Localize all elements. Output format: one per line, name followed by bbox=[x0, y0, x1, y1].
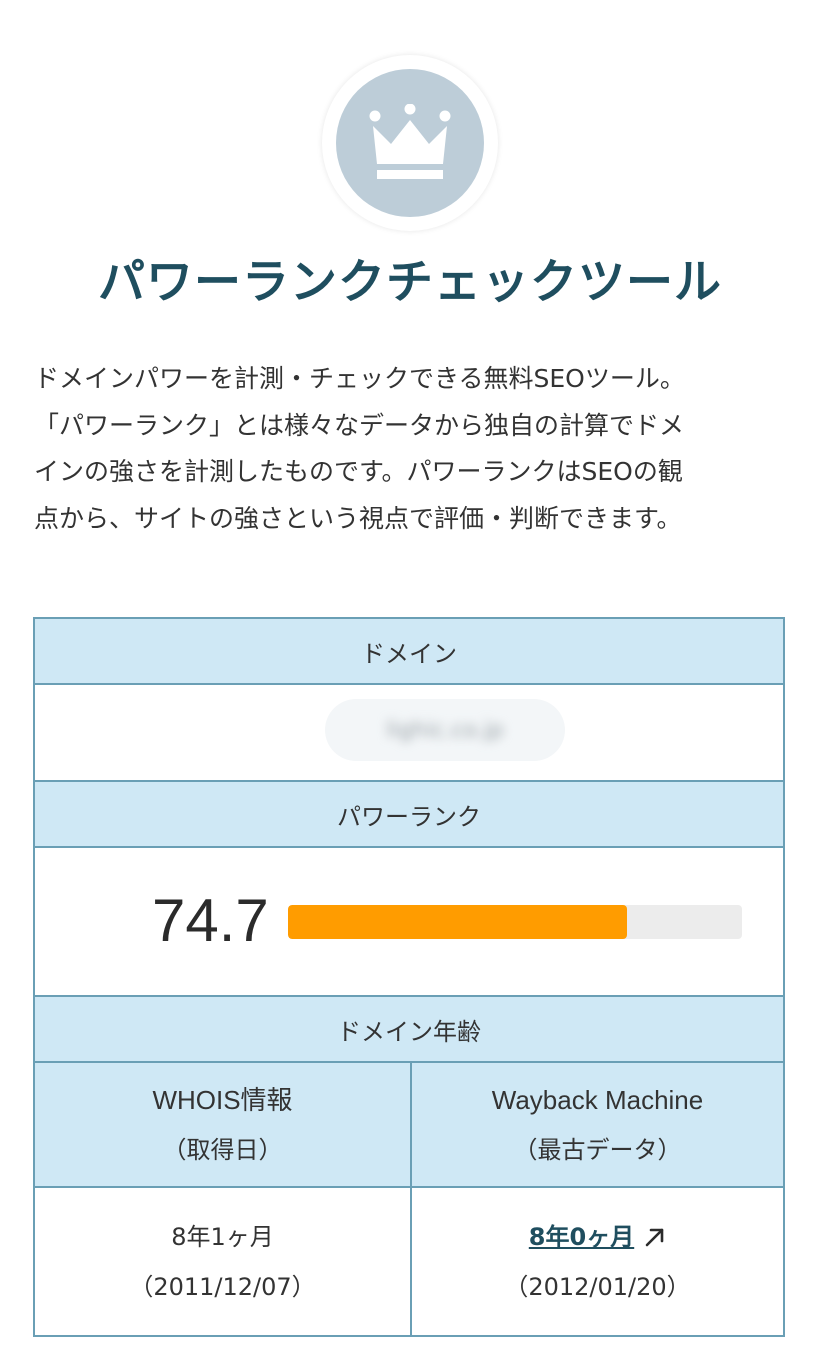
description-line: インの強さを計測したものです。パワーランクはSEOの観 bbox=[34, 457, 683, 486]
age-source-header-row: WHOIS情報 （取得日） Wayback Machine （最古データ） bbox=[35, 1061, 783, 1186]
description-line: ドメインパワーを計測・チェックできる無料SEOツール。 bbox=[34, 364, 685, 393]
page-title: パワーランクチェックツール bbox=[98, 255, 722, 310]
age-values-row: 8年1ヶ月 （2011/12/07） 8年0ヶ月 （2012/01/20） bbox=[35, 1186, 783, 1335]
whois-age: 8年1ヶ月 bbox=[171, 1222, 274, 1251]
domain-label: ドメイン bbox=[361, 639, 457, 668]
logo-badge bbox=[322, 55, 498, 231]
wayback-subtitle: （最古データ） bbox=[513, 1135, 682, 1164]
logo-circle bbox=[336, 69, 484, 217]
description-line: 点から、サイトの強さという視点で評価・判断できます。 bbox=[34, 503, 682, 533]
domain-age-header: ドメイン年齢 bbox=[35, 995, 783, 1061]
wayback-title: Wayback Machine bbox=[491, 1084, 704, 1115]
external-link-arrow-icon[interactable] bbox=[644, 1226, 666, 1248]
wayback-age-link[interactable]: 8年0ヶ月 bbox=[529, 1223, 634, 1251]
power-rank-label: パワーランク bbox=[337, 802, 481, 831]
description-line: 「パワーランク」とは様々なデータから独自の計算でドメ bbox=[34, 410, 685, 440]
power-rank-header: パワーランク bbox=[35, 780, 783, 846]
wayback-value-cell: 8年0ヶ月 （2012/01/20） bbox=[412, 1188, 783, 1335]
result-table: ドメイン lighic.co.jp パワーランク 74.7 ドメイン年齢 WHO… bbox=[33, 617, 785, 1337]
domain-header: ドメイン bbox=[35, 619, 783, 683]
domain-age-label: ドメイン年齢 bbox=[337, 1017, 481, 1046]
wayback-header: Wayback Machine （最古データ） bbox=[412, 1063, 783, 1186]
whois-header: WHOIS情報 （取得日） bbox=[35, 1063, 412, 1186]
whois-subtitle: （取得日） bbox=[162, 1135, 283, 1164]
crown-icon bbox=[369, 104, 451, 179]
domain-value: lighic.co.jp bbox=[386, 717, 504, 743]
whois-title: WHOIS情報 bbox=[152, 1084, 293, 1115]
power-rank-bar bbox=[288, 905, 742, 939]
whois-value-cell: 8年1ヶ月 （2011/12/07） bbox=[35, 1188, 412, 1335]
tool-description: ドメインパワーを計測・チェックできる無料SEOツール。 「パワーランク」とは様々… bbox=[34, 356, 786, 542]
power-rank-row: 74.7 bbox=[35, 846, 783, 995]
domain-value-blurred[interactable]: lighic.co.jp bbox=[325, 699, 565, 761]
whois-date: （2011/12/07） bbox=[129, 1272, 316, 1301]
power-rank-score: 74.7 bbox=[152, 887, 269, 954]
power-rank-bar-fill bbox=[288, 905, 628, 939]
domain-value-row: lighic.co.jp bbox=[35, 683, 783, 780]
wayback-date: （2012/01/20） bbox=[504, 1272, 691, 1301]
